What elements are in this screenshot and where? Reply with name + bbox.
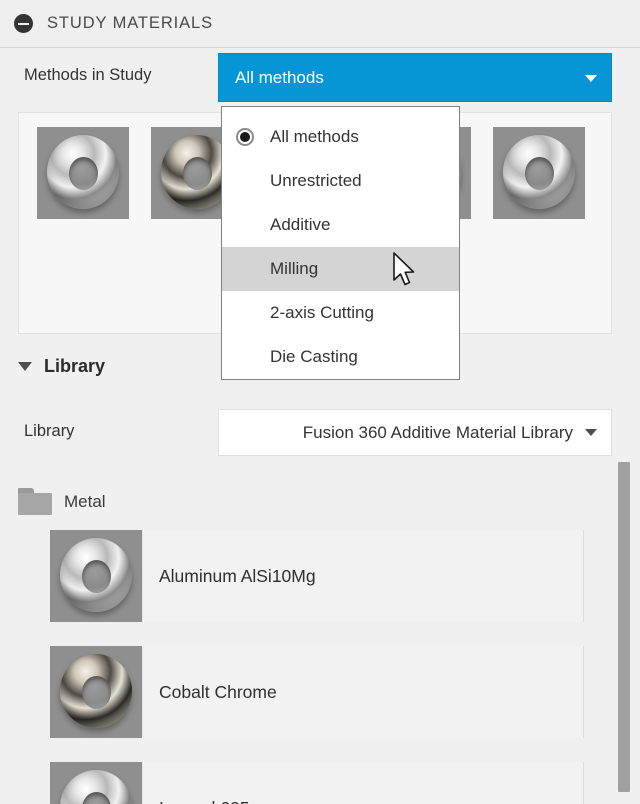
- menu-item-all-methods[interactable]: All methods: [222, 115, 459, 159]
- menu-item-2-axis-cutting[interactable]: 2-axis Cutting: [222, 291, 459, 335]
- folder-icon: [18, 488, 52, 515]
- library-dropdown-button[interactable]: Fusion 360 Additive Material Library: [218, 409, 612, 456]
- panel-header: STUDY MATERIALS: [0, 0, 640, 48]
- minus-circle-icon[interactable]: [14, 14, 33, 33]
- folder-row-metal[interactable]: Metal: [18, 488, 106, 515]
- material-thumbnail: [50, 646, 142, 738]
- menu-item-label: Unrestricted: [270, 171, 362, 190]
- material-list: Aluminum AlSi10Mg Cobalt Chrome Inconel …: [18, 524, 606, 804]
- material-namebox: Cobalt Chrome: [142, 646, 584, 738]
- methods-in-study-label: Methods in Study: [24, 66, 152, 84]
- material-name: Aluminum AlSi10Mg: [159, 565, 316, 586]
- list-item[interactable]: Inconel 625: [18, 756, 606, 804]
- methods-dropdown-button[interactable]: All methods: [218, 53, 612, 102]
- list-item[interactable]: Cobalt Chrome: [18, 640, 606, 744]
- material-name: Cobalt Chrome: [159, 681, 277, 702]
- menu-item-label: All methods: [270, 127, 359, 146]
- material-preview-icon: [503, 135, 575, 209]
- scrollbar-track[interactable]: [618, 458, 630, 804]
- menu-item-additive[interactable]: Additive: [222, 203, 459, 247]
- menu-item-unrestricted[interactable]: Unrestricted: [222, 159, 459, 203]
- material-namebox: Inconel 625: [142, 762, 584, 804]
- material-swatch[interactable]: [37, 127, 129, 219]
- menu-item-label: Additive: [270, 215, 331, 234]
- radio-selected-icon: [236, 128, 254, 146]
- menu-item-milling[interactable]: Milling: [222, 247, 459, 291]
- material-preview-icon: [47, 135, 119, 209]
- library-dropdown-value: Fusion 360 Additive Material Library: [302, 422, 573, 442]
- menu-item-die-casting[interactable]: Die Casting: [222, 335, 459, 379]
- methods-in-study-row: Methods in Study All methods: [0, 48, 640, 106]
- menu-item-label: Milling: [270, 259, 319, 278]
- methods-dropdown-menu: All methods Unrestricted Additive Millin…: [221, 106, 460, 380]
- list-item[interactable]: Aluminum AlSi10Mg: [18, 524, 606, 628]
- menu-item-label: 2-axis Cutting: [270, 303, 374, 322]
- menu-item-label: Die Casting: [270, 347, 358, 366]
- library-section-header[interactable]: Library: [18, 356, 105, 377]
- scrollbar-thumb[interactable]: [618, 462, 630, 792]
- triangle-down-icon: [18, 362, 32, 371]
- library-section-title: Library: [44, 356, 106, 376]
- study-materials-panel: STUDY MATERIALS Methods in Study All met…: [0, 0, 640, 804]
- folder-label: Metal: [64, 491, 106, 511]
- material-swatch[interactable]: [493, 127, 585, 219]
- material-thumbnail: [50, 762, 142, 804]
- material-namebox: Aluminum AlSi10Mg: [142, 530, 584, 622]
- library-row-label: Library: [24, 422, 75, 440]
- material-thumbnail: [50, 530, 142, 622]
- chevron-down-icon: [585, 429, 597, 436]
- chevron-down-icon: [585, 74, 597, 82]
- methods-dropdown-value: All methods: [235, 67, 324, 87]
- material-name: Inconel 625: [159, 798, 250, 804]
- page-title: STUDY MATERIALS: [47, 14, 214, 32]
